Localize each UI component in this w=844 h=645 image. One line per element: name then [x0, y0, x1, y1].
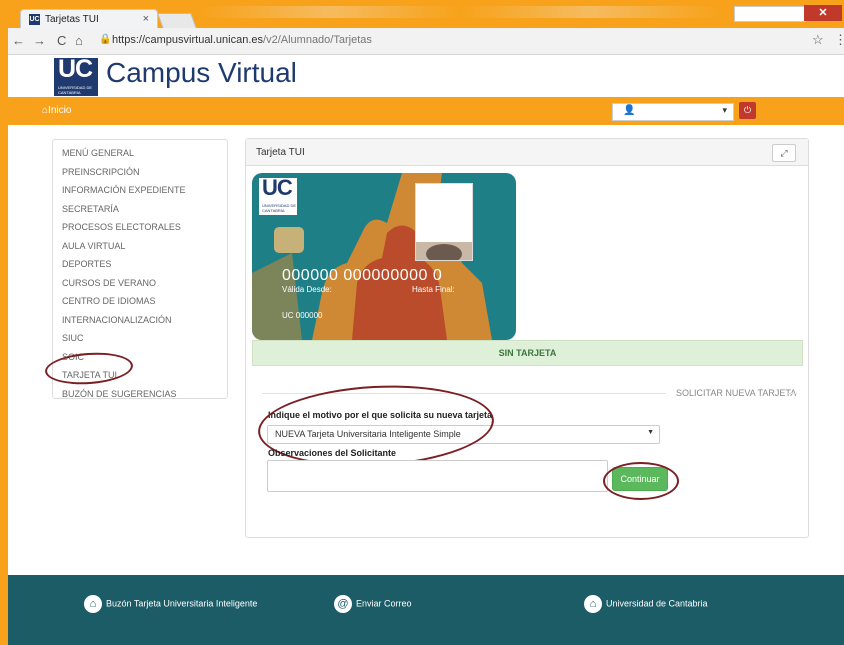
card-chip-icon [274, 227, 304, 253]
footer-link-buzon[interactable]: ⌂ Buzón Tarjeta Universitaria Inteligente [84, 595, 257, 613]
section-divider [262, 393, 666, 394]
close-tab-icon[interactable]: × [143, 13, 149, 25]
continue-button[interactable]: Continuar [612, 467, 668, 491]
sidebar-item-deportes[interactable]: DEPORTES [62, 255, 227, 274]
top-navbar: ⌂Inicio 👤 ▾ ⏻ [8, 97, 844, 125]
browser-menu-icon[interactable]: ⋮ [834, 32, 844, 48]
card-number: 000000 000000000 0 [282, 267, 443, 284]
footer-link-label: Universidad de Cantabria [606, 598, 708, 609]
user-icon: 👤 [623, 105, 636, 116]
chevron-down-icon: ▼ [647, 429, 654, 436]
forward-arrow-icon[interactable]: → [33, 33, 46, 48]
window-title-blur [200, 6, 720, 18]
home-link[interactable]: ⌂Inicio [42, 105, 71, 116]
sidebar-item-procesos-electorales[interactable]: PROCESOS ELECTORALES [62, 218, 227, 237]
logout-button[interactable]: ⏻ [739, 102, 756, 119]
sidebar-item-informacion-expediente[interactable]: INFORMACIÓN EXPEDIENTE [62, 181, 227, 200]
sidebar-item-menu-general[interactable]: MENÚ GENERAL [62, 144, 227, 163]
sidebar-item-buzon-de-sugerencias[interactable]: BUZÓN DE SUGERENCIAS [62, 385, 227, 404]
home-icon[interactable]: ⌂ [75, 33, 83, 48]
house-icon: ⌂ [84, 595, 102, 613]
address-bar: ← → C ⌂ 🔒 https://campusvirtual.unican.e… [8, 28, 844, 55]
reload-icon[interactable]: C [57, 33, 66, 48]
favicon-icon: UC [29, 14, 40, 25]
notes-textarea[interactable] [267, 460, 608, 492]
card-logo-text: UC [262, 175, 293, 200]
url-path: /v2/Alumnado/Tarjetas [263, 34, 372, 46]
reason-select[interactable]: NUEVA Tarjeta Universitaria Inteligente … [267, 425, 660, 444]
footer-link-label: Buzón Tarjeta Universitaria Inteligente [106, 598, 258, 609]
uc-logo[interactable]: UC UNIVERSIDAD DE CANTABRIA [54, 55, 98, 96]
status-text: SIN TARJETA [498, 348, 557, 358]
panel-header: Tarjeta TUI ⤢ [246, 139, 808, 166]
browser-tab[interactable]: UC Tarjetas TUI × [20, 9, 158, 29]
card-logo-subtext: UNIVERSIDAD DE CANTABRIA [262, 203, 297, 213]
window-control[interactable] [734, 6, 806, 22]
site-title: Campus Virtual [106, 57, 297, 88]
logo-subtext: UNIVERSIDAD DE CANTABRIA [58, 85, 93, 95]
at-icon: @ [334, 595, 352, 613]
sidebar-item-internacionalizacion[interactable]: INTERNACIONALIZACIÓN [62, 311, 227, 330]
footer-link-enviar-correo[interactable]: @ Enviar Correo [334, 595, 412, 613]
orange-frame-left [0, 0, 8, 645]
tui-card-image: UC UNIVERSIDAD DE CANTABRIA 000000 00000… [252, 173, 516, 340]
card-valid-to: Hasta Final: [412, 285, 455, 294]
window-close-button[interactable]: ✕ [804, 5, 842, 21]
sidebar-item-cursos-de-verano[interactable]: CURSOS DE VERANO [62, 274, 227, 293]
card-uc-logo: UC UNIVERSIDAD DE CANTABRIA [259, 175, 297, 215]
url-field[interactable]: https://campusvirtual.unican.es/v2/Alumn… [112, 34, 372, 46]
sidebar-menu: MENÚ GENERAL PREINSCRIPCIÓN INFORMACIÓN … [52, 139, 228, 399]
card-code: UC 000000 [282, 311, 323, 320]
footer: ⌂ Buzón Tarjeta Universitaria Inteligente… [8, 575, 844, 645]
card-photo [415, 183, 473, 264]
bookmark-star-icon[interactable]: ☆ [812, 32, 824, 48]
lock-icon: 🔒 [99, 34, 112, 45]
sidebar-item-secretaria[interactable]: SECRETARÍA [62, 200, 227, 219]
section-divider-right [787, 393, 797, 394]
status-banner: SIN TARJETA [252, 340, 803, 366]
chevron-down-icon: ▾ [722, 105, 727, 115]
footer-link-label: Enviar Correo [356, 598, 412, 609]
new-tab-button[interactable] [157, 13, 197, 29]
section-title: SOLICITAR NUEVA TARJETA [676, 388, 797, 398]
card-valid-from: Válida Desde: [282, 285, 332, 294]
tab-title: Tarjetas TUI [45, 14, 99, 25]
sidebar-item-tarjeta-tui[interactable]: TARJETA TUI [62, 366, 227, 385]
back-arrow-icon[interactable]: ← [12, 33, 25, 48]
photo-placeholder-graphic [416, 242, 472, 264]
user-select[interactable]: 👤 ▾ [612, 103, 734, 121]
logo-text: UC [58, 55, 93, 83]
notes-label: Observaciones del Solicitante [268, 448, 397, 458]
reason-label: Indique el motivo por el que solicita su… [268, 410, 493, 420]
sidebar-item-centro-de-idiomas[interactable]: CENTRO DE IDIOMAS [62, 292, 227, 311]
sidebar-item-preinscripcion[interactable]: PREINSCRIPCIÓN [62, 163, 227, 182]
house-icon: ⌂ [584, 595, 602, 613]
expand-icon[interactable]: ⤢ [772, 144, 796, 162]
sidebar-item-aula-virtual[interactable]: AULA VIRTUAL [62, 237, 227, 256]
url-host: https://campusvirtual.unican.es [112, 34, 264, 46]
sidebar-item-soic[interactable]: SOIC [62, 348, 227, 367]
panel-title: Tarjeta TUI [256, 147, 305, 158]
sidebar-item-siuc[interactable]: SIUC [62, 329, 227, 348]
reason-select-value: NUEVA Tarjeta Universitaria Inteligente … [275, 429, 461, 439]
footer-link-unican[interactable]: ⌂ Universidad de Cantabria [584, 595, 708, 613]
site-header: UC UNIVERSIDAD DE CANTABRIA Campus Virtu… [8, 55, 844, 97]
home-label: Inicio [48, 105, 72, 116]
